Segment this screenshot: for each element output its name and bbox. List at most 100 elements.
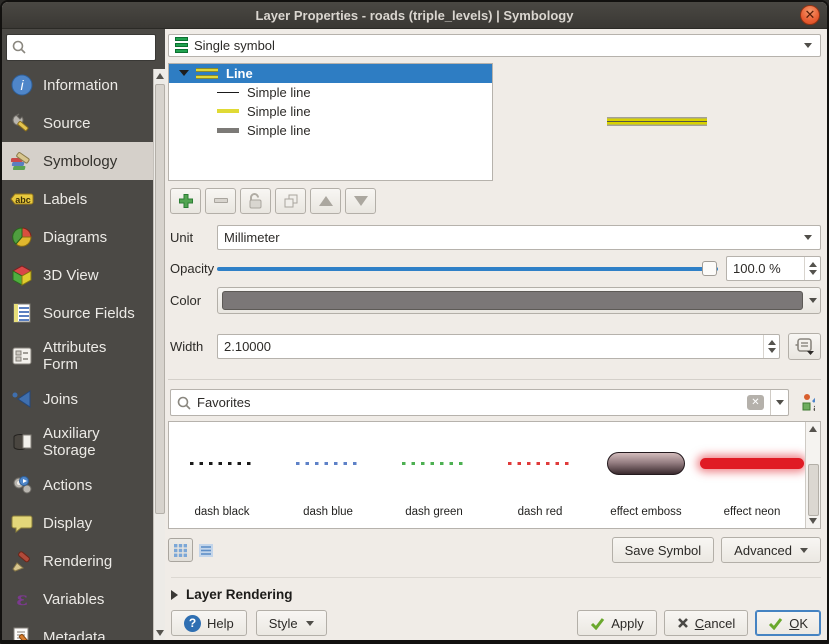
sidebar-scrollbar-thumb[interactable] <box>155 84 165 514</box>
sidebar-nav: i Information Source Symbology abc Label… <box>2 63 165 642</box>
pie-chart-icon <box>10 225 34 249</box>
spin-down-icon <box>768 348 776 353</box>
lock-colors-button[interactable] <box>240 188 271 214</box>
sidebar-item-metadata[interactable]: Metadata <box>2 618 153 642</box>
collapsed-expander-icon[interactable] <box>171 590 178 600</box>
scroll-up-icon[interactable] <box>809 426 817 432</box>
close-icon[interactable]: ✕ <box>800 5 820 25</box>
speech-bubble-icon <box>10 511 34 535</box>
sidebar-item-diagrams[interactable]: Diagrams <box>2 218 153 256</box>
svg-text:abc: abc <box>15 195 31 205</box>
expander-icon[interactable] <box>179 70 189 76</box>
search-icon <box>12 40 26 59</box>
sidebar-item-display[interactable]: Display <box>2 504 153 542</box>
symbol-tile-dash-blue[interactable]: dash blue <box>275 422 381 528</box>
sidebar-item-actions[interactable]: Actions <box>2 466 153 504</box>
gallery-scrollbar-thumb[interactable] <box>808 464 819 516</box>
style-manager-button[interactable]: a <box>795 389 821 415</box>
sidebar-scrollbar[interactable] <box>153 69 165 640</box>
symbol-name: effect emboss <box>610 506 681 518</box>
symbol-gallery: dash black dash blue dash green dash red… <box>168 421 821 529</box>
wrench-icon <box>10 111 34 135</box>
table-icon <box>10 301 34 325</box>
symbol-tile-dash-black[interactable]: dash black <box>169 422 275 528</box>
width-label: Width <box>170 339 217 354</box>
simple-line-icon <box>217 109 239 113</box>
save-symbol-button[interactable]: Save Symbol <box>612 537 715 563</box>
remove-symbol-layer-button[interactable] <box>205 188 236 214</box>
add-symbol-layer-button[interactable] <box>170 188 201 214</box>
chevron-down-icon <box>804 43 812 48</box>
slider-handle[interactable] <box>702 261 717 276</box>
advanced-button[interactable]: Advanced <box>721 537 821 563</box>
sidebar-item-rendering[interactable]: Rendering <box>2 542 153 580</box>
sidebar-item-joins[interactable]: Joins <box>2 380 153 418</box>
emboss-symbol-preview <box>607 452 685 475</box>
sidebar-search-input[interactable] <box>6 34 156 61</box>
sidebar-item-auxiliary-storage[interactable]: Auxiliary Storage <box>2 418 153 466</box>
sidebar-item-variables[interactable]: ε Variables <box>2 580 153 618</box>
sidebar-item-symbology[interactable]: Symbology <box>2 142 153 180</box>
titlebar[interactable]: Layer Properties - roads (triple_levels)… <box>2 2 827 29</box>
svg-text:a: a <box>813 403 815 413</box>
gallery-scrollbar[interactable] <box>805 422 820 528</box>
color-swatch <box>222 291 803 310</box>
symbol-tile-effect-neon[interactable]: effect neon <box>699 422 805 528</box>
symbol-layer-tree: Line Simple line Simple line Simple line <box>168 63 493 181</box>
unit-select[interactable]: Millimeter <box>217 225 821 250</box>
style-button[interactable]: Style <box>256 610 327 636</box>
spinner-arrows[interactable] <box>763 335 779 358</box>
metadata-icon <box>10 625 34 642</box>
duplicate-symbol-layer-button[interactable] <box>275 188 306 214</box>
apply-button[interactable]: Apply <box>577 610 657 636</box>
color-dropdown[interactable] <box>805 288 820 313</box>
move-up-button[interactable] <box>310 188 341 214</box>
style-manager-icon: a <box>801 392 815 413</box>
color-button[interactable] <box>217 287 821 314</box>
help-button[interactable]: ? Help <box>171 610 247 636</box>
tree-item-label: Simple line <box>247 85 311 100</box>
opacity-spinbox[interactable]: 100.0 % <box>726 256 821 281</box>
brush-icon <box>10 549 34 573</box>
spinner-arrows[interactable] <box>804 257 820 280</box>
slider-track <box>217 267 718 271</box>
tree-item-simple-line-1[interactable]: Simple line <box>169 83 492 102</box>
sidebar-item-3d-view[interactable]: 3D View <box>2 256 153 294</box>
neon-symbol-preview <box>700 458 804 469</box>
gears-icon <box>10 473 34 497</box>
sidebar-item-source-fields[interactable]: Source Fields <box>2 294 153 332</box>
tree-item-line[interactable]: Line <box>169 64 492 83</box>
scroll-down-icon[interactable] <box>809 518 817 524</box>
paintbrush-layers-icon <box>10 149 34 173</box>
width-spinbox[interactable]: 2.10000 <box>217 334 780 359</box>
icon-view-button[interactable] <box>168 538 193 562</box>
scroll-down-icon[interactable] <box>156 630 164 636</box>
clear-filter-icon[interactable]: ✕ <box>747 395 764 410</box>
symbol-tile-effect-emboss[interactable]: effect emboss <box>593 422 699 528</box>
ok-button[interactable]: OK <box>755 610 821 636</box>
renderer-select[interactable]: Single symbol <box>168 34 821 57</box>
symbol-filter-input[interactable]: Favorites ✕ <box>170 389 789 416</box>
sidebar-item-information[interactable]: i Information <box>2 66 153 104</box>
sidebar-item-label: Diagrams <box>43 229 141 246</box>
tree-item-simple-line-3[interactable]: Simple line <box>169 121 492 140</box>
sidebar-item-labels[interactable]: abc Labels <box>2 180 153 218</box>
x-icon <box>677 617 689 629</box>
up-arrow-icon <box>319 196 333 206</box>
scroll-up-icon[interactable] <box>156 73 164 79</box>
symbol-tile-dash-red[interactable]: dash red <box>487 422 593 528</box>
cancel-button[interactable]: Cancel <box>664 610 748 636</box>
tree-item-simple-line-2[interactable]: Simple line <box>169 102 492 121</box>
list-view-button[interactable] <box>193 538 218 562</box>
data-defined-override-button[interactable] <box>788 333 821 360</box>
symbol-tile-dash-green[interactable]: dash green <box>381 422 487 528</box>
symbol-name: dash black <box>195 506 250 518</box>
layer-rendering-section: Layer Rendering <box>171 577 821 602</box>
tree-item-label: Line <box>226 66 253 81</box>
database-icon <box>10 430 34 454</box>
filter-dropdown[interactable] <box>770 390 788 415</box>
sidebar-item-source[interactable]: Source <box>2 104 153 142</box>
opacity-slider[interactable] <box>217 259 721 278</box>
move-down-button[interactable] <box>345 188 376 214</box>
sidebar-item-attributes-form[interactable]: Attributes Form <box>2 332 153 380</box>
